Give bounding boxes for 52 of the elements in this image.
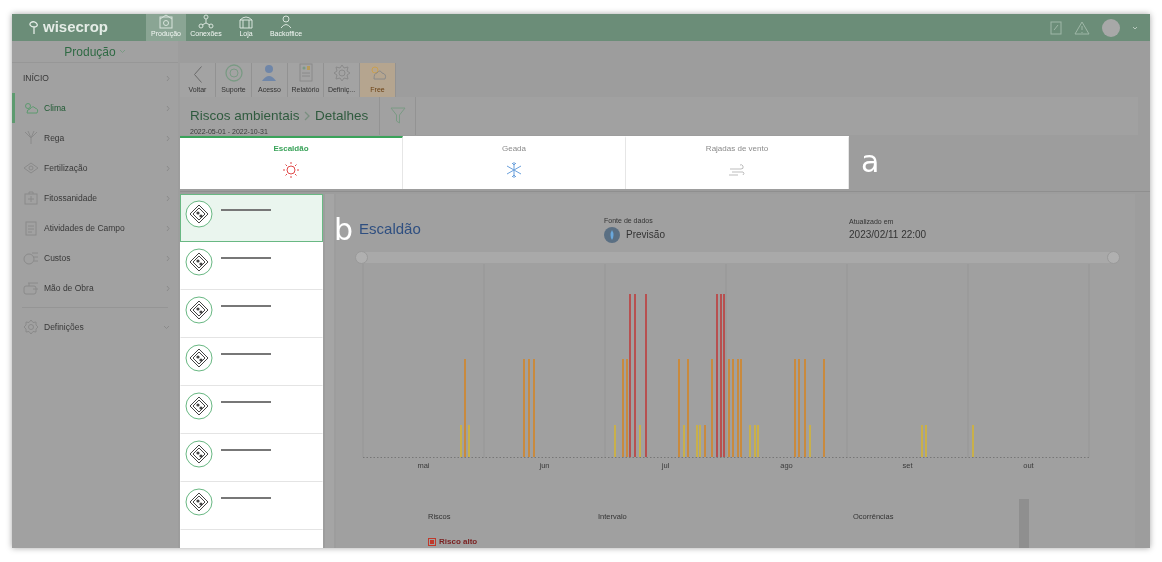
filter-icon <box>389 107 406 125</box>
store-icon <box>238 14 254 29</box>
field-value: 2023/02/11 22:00 <box>849 228 927 243</box>
cloud-sun-icon <box>23 100 39 116</box>
parcel-icon <box>185 440 213 468</box>
parcel-icon <box>185 344 213 372</box>
sidebar-item[interactable]: Custos <box>12 243 178 273</box>
person-icon <box>278 14 294 29</box>
field-value: Previsão <box>626 228 665 243</box>
redacted-line <box>221 449 271 451</box>
chevron-left-icon <box>193 65 202 83</box>
edit-icon <box>1050 20 1062 35</box>
sidebar-item[interactable]: Mão de Obra <box>12 273 178 303</box>
sidebar-item[interactable]: Definições <box>12 312 178 342</box>
parcel-icon <box>185 200 213 228</box>
parcel-icon <box>185 248 213 276</box>
lifebuoy-icon <box>223 62 244 83</box>
warning-icon <box>1074 20 1090 35</box>
table-cell: Risco alto <box>439 536 478 548</box>
snowflake-icon <box>505 160 523 179</box>
parcel-item[interactable] <box>180 194 323 242</box>
redacted-line <box>221 257 271 259</box>
redacted-line <box>221 353 271 355</box>
sidebar-item[interactable]: Fitossanidade <box>12 183 178 213</box>
network-icon <box>198 14 214 29</box>
redacted-line <box>221 209 271 211</box>
parcel-icon <box>185 296 213 324</box>
sun-icon <box>282 160 300 179</box>
droplet-icon <box>604 226 621 243</box>
redacted-line <box>221 401 271 403</box>
callout-letter: b <box>334 214 354 245</box>
scrollbar[interactable] <box>1019 498 1029 548</box>
caret-icon <box>1132 25 1138 30</box>
house-icon <box>158 14 174 29</box>
risk-tab[interactable]: Escaldão <box>180 135 403 189</box>
risk-title: Escaldão <box>359 219 422 240</box>
sidebar-item[interactable]: Fertilização <box>12 153 178 183</box>
gear-icon <box>331 62 352 83</box>
module-menu[interactable]: Produção <box>12 41 178 63</box>
sidebar-item[interactable]: INÍCIO <box>12 63 178 93</box>
redacted-line <box>221 305 271 307</box>
callout-letter: a <box>861 147 880 177</box>
parcel-icon <box>185 488 213 516</box>
caret-icon <box>118 49 126 54</box>
logo-text: wisecrop <box>43 17 109 38</box>
sidebar-item[interactable]: Rega <box>12 123 178 153</box>
sidebar-item[interactable]: Atividades de Campo <box>12 213 178 243</box>
scrollbar[interactable] <box>325 194 334 548</box>
redacted-line <box>221 497 271 499</box>
breadcrumb: Riscos ambientais Detalhes <box>190 107 369 124</box>
chevron-right-icon <box>303 110 312 121</box>
parcel-icon <box>185 392 213 420</box>
